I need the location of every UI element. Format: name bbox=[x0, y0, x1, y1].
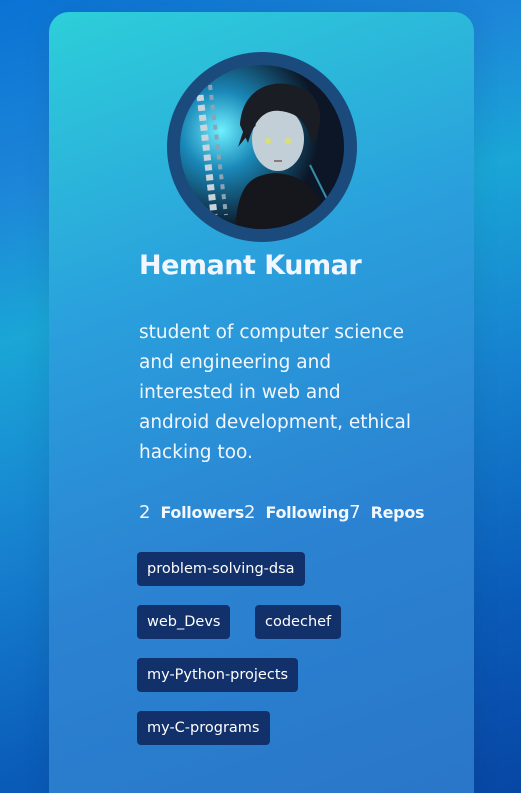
repo-tag-my-python-projects[interactable]: my-Python-projects bbox=[137, 658, 299, 692]
repos-label: Repos bbox=[370, 503, 425, 522]
following-count: 2 bbox=[244, 502, 256, 523]
following-label: Following bbox=[265, 503, 350, 522]
profile-bio: student of computer science and engineer… bbox=[139, 322, 412, 463]
profile-stats: 2 Followers 2 Following 7 Repos bbox=[139, 502, 425, 523]
repo-tag-web-devs[interactable]: web_Devs bbox=[137, 605, 231, 639]
followers-count: 2 bbox=[139, 502, 151, 523]
anime-avatar-icon bbox=[180, 65, 344, 229]
followers-label: Followers bbox=[160, 503, 245, 522]
repo-tag-problem-solving-dsa[interactable]: problem-solving-dsa bbox=[137, 552, 305, 586]
repo-tag-my-c-programs[interactable]: my-C-programs bbox=[137, 711, 270, 745]
avatar-ring bbox=[167, 52, 357, 242]
profile-name: Hemant Kumar bbox=[139, 250, 362, 281]
avatar bbox=[180, 65, 344, 229]
repo-tag-codechef[interactable]: codechef bbox=[255, 605, 342, 639]
repos-count: 7 bbox=[349, 502, 361, 523]
